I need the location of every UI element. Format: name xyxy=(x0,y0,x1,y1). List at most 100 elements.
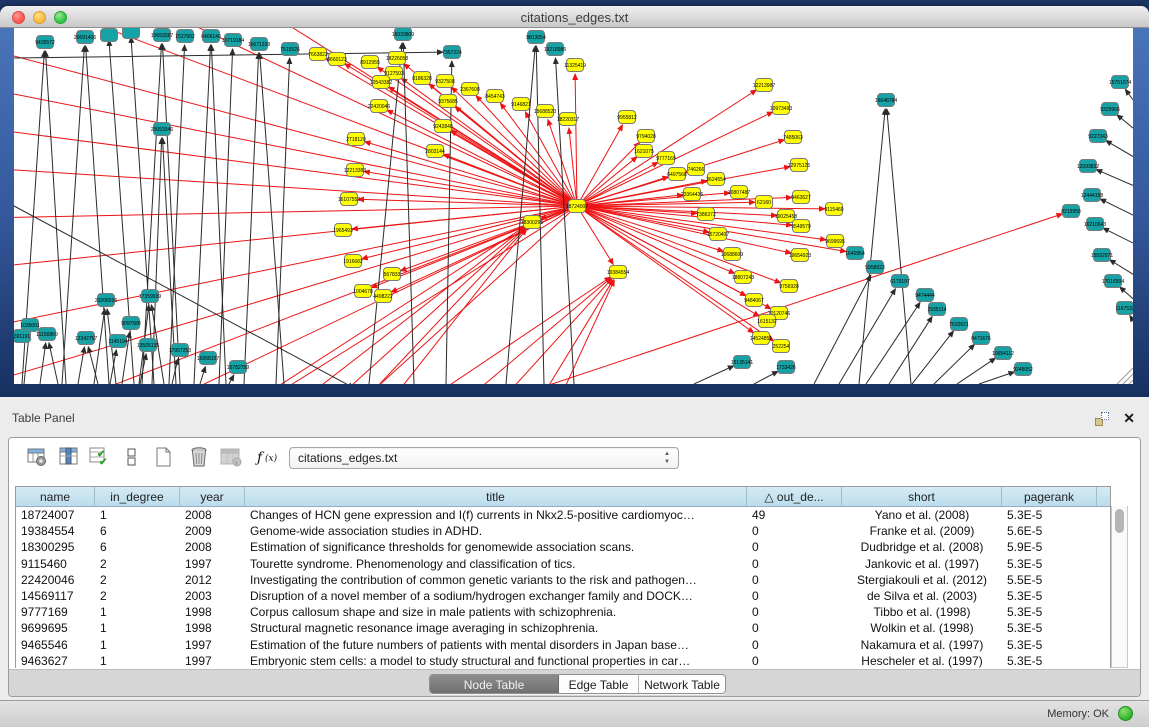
table-cell: 18300295 xyxy=(16,539,95,555)
new-document-button[interactable] xyxy=(152,445,176,471)
graph-edge xyxy=(536,46,544,384)
column-header-title[interactable]: title xyxy=(245,487,747,506)
table-cell: 5.5E-5 xyxy=(1002,572,1097,588)
graph-edge xyxy=(49,343,58,384)
rows-button[interactable] xyxy=(121,445,145,471)
graph-edge xyxy=(1106,141,1133,160)
graph-node-label: 9146821 xyxy=(511,102,531,108)
graph-node-label: 7485063 xyxy=(783,135,803,141)
network-table-select-value: citations_edges.txt xyxy=(298,451,397,465)
table-row[interactable]: 1830029562008Estimation of significance … xyxy=(16,539,1110,555)
graph-node-label: 9327508 xyxy=(435,79,455,85)
column-header-out_de[interactable]: △ out_de... xyxy=(747,487,842,506)
graph-edge xyxy=(506,46,535,384)
table-cell: 5.3E-5 xyxy=(1002,653,1097,669)
memory-status-label: Memory: OK xyxy=(1047,708,1109,720)
graph-edge xyxy=(365,142,577,206)
graph-node-label: 9777169 xyxy=(656,156,676,162)
graph-node-label: 3624554 xyxy=(706,177,726,183)
table-row[interactable]: 1872400712008Changes of HCN gene express… xyxy=(16,507,1110,523)
table-row[interactable]: 911546021997Tourette syndrome. Phenomeno… xyxy=(16,556,1110,572)
graph-node-label: 12093832 xyxy=(1077,164,1099,170)
table-cell: 0 xyxy=(747,556,842,572)
graph-node[interactable] xyxy=(101,29,118,42)
graph-edge xyxy=(387,110,577,206)
graph-node-label: 5958923 xyxy=(865,265,885,271)
table-row[interactable]: 1938455462009Genome-wide association stu… xyxy=(16,523,1110,539)
column-header-in_degree[interactable]: in_degree xyxy=(95,487,180,506)
table-cell: 2008 xyxy=(180,507,245,523)
table-cell: 0 xyxy=(747,588,842,604)
table-toolbar: ✔✔ x ƒ(x) citations_edges.txt ▲▼ xyxy=(9,438,1140,482)
table-scrollbar[interactable] xyxy=(1111,506,1128,668)
float-panel-icon[interactable] xyxy=(1095,412,1109,426)
graph-node-label: 15751074 xyxy=(1109,80,1131,86)
table-row[interactable]: 1456911722003Disruption of a novel membe… xyxy=(16,588,1110,604)
graph-node[interactable] xyxy=(123,28,140,39)
window-title: citations_edges.txt xyxy=(0,10,1149,25)
delete-table-button[interactable]: x xyxy=(219,445,243,471)
function-builder-button[interactable]: ƒ(x) xyxy=(255,445,285,471)
network-canvas[interactable]: 1872400794355722069140610653287152760264… xyxy=(14,28,1133,384)
graph-edge xyxy=(446,61,452,384)
graph-node-label: 8912955 xyxy=(360,60,380,66)
graph-edge xyxy=(500,279,612,384)
graph-edge xyxy=(694,366,734,384)
column-header-pagerank[interactable]: pagerank xyxy=(1002,487,1097,506)
table-row[interactable]: 969969511998Structural magnetic resonanc… xyxy=(16,620,1110,636)
attribute-table: namein_degreeyeartitle△ out_de...shortpa… xyxy=(15,486,1111,668)
graph-node-label: 746266 xyxy=(688,167,705,173)
graph-node-label: 16107553 xyxy=(338,197,360,203)
graph-node-label: 1004678 xyxy=(353,289,373,295)
graph-node-label: 1621075 xyxy=(634,149,654,155)
graph-node-label: 1615132 xyxy=(757,319,777,325)
graph-edge xyxy=(94,309,105,384)
table-cell: Franke et al. (2009) xyxy=(842,523,1002,539)
table-cell: 1 xyxy=(95,637,180,653)
graph-node-label: 10688609 xyxy=(721,252,743,258)
graph-node-label: 10973493 xyxy=(770,106,792,112)
tab-edge-table[interactable]: Edge Table xyxy=(559,675,639,693)
network-table-select[interactable]: citations_edges.txt ▲▼ xyxy=(289,447,679,469)
tab-network-table[interactable]: Network Table xyxy=(639,675,725,693)
table-cell: 9777169 xyxy=(16,604,95,620)
scrollbar-thumb[interactable] xyxy=(1115,509,1124,533)
column-header-year[interactable]: year xyxy=(180,487,245,506)
graph-edge xyxy=(200,367,205,384)
graph-edge xyxy=(560,280,614,384)
svg-text:x: x xyxy=(235,460,239,467)
graph-edge xyxy=(403,43,414,384)
table-row[interactable]: 946362711997Embryonic stem cells: a mode… xyxy=(16,653,1110,669)
column-header-name[interactable]: name xyxy=(16,487,95,506)
tab-node-table[interactable]: Node Table xyxy=(430,675,559,693)
graph-node-label: 10719184 xyxy=(222,38,244,44)
graph-edge xyxy=(78,347,84,384)
graph-node-label: 10653287 xyxy=(151,33,173,39)
graph-node-label: 9097588 xyxy=(121,321,141,327)
graph-node-label: 1167533 xyxy=(1115,306,1133,312)
memory-status-icon[interactable] xyxy=(1118,706,1133,721)
table-row[interactable]: 977716911998Corpus callosum shape and si… xyxy=(16,604,1110,620)
table-cell: Estimation of the future numbers of pati… xyxy=(245,637,747,653)
graph-edge xyxy=(839,289,895,384)
table-row[interactable]: 946554611997Estimation of the future num… xyxy=(16,637,1110,653)
graph-node-label: 10654112 xyxy=(992,351,1014,357)
graph-edge xyxy=(40,343,46,384)
delete-button[interactable] xyxy=(187,445,211,471)
table-settings-button[interactable] xyxy=(25,445,49,471)
graph-node-label: 9955812 xyxy=(617,115,637,121)
close-panel-icon[interactable]: ✕ xyxy=(1123,410,1135,427)
select-columns-button[interactable] xyxy=(57,445,81,471)
table-row[interactable]: 2242004622012Investigating the contribut… xyxy=(16,572,1110,588)
table-cell: 9465546 xyxy=(16,637,95,653)
column-header-short[interactable]: short xyxy=(842,487,1002,506)
citation-network-graph[interactable]: 1872400794355722069140610653287152760264… xyxy=(14,28,1133,384)
graph-node-label: 17957253 xyxy=(169,348,191,354)
table-cell: 5.3E-5 xyxy=(1002,588,1097,604)
window-titlebar[interactable]: citations_edges.txt xyxy=(0,6,1149,28)
graph-node-label: 6497568 xyxy=(667,172,687,178)
table-panel-header: Table Panel ✕ xyxy=(0,404,1149,432)
graph-node-label: 20206536 xyxy=(95,298,117,304)
validate-table-button[interactable]: ✔✔ xyxy=(87,445,111,471)
graph-node-label: 9435572 xyxy=(35,40,55,46)
